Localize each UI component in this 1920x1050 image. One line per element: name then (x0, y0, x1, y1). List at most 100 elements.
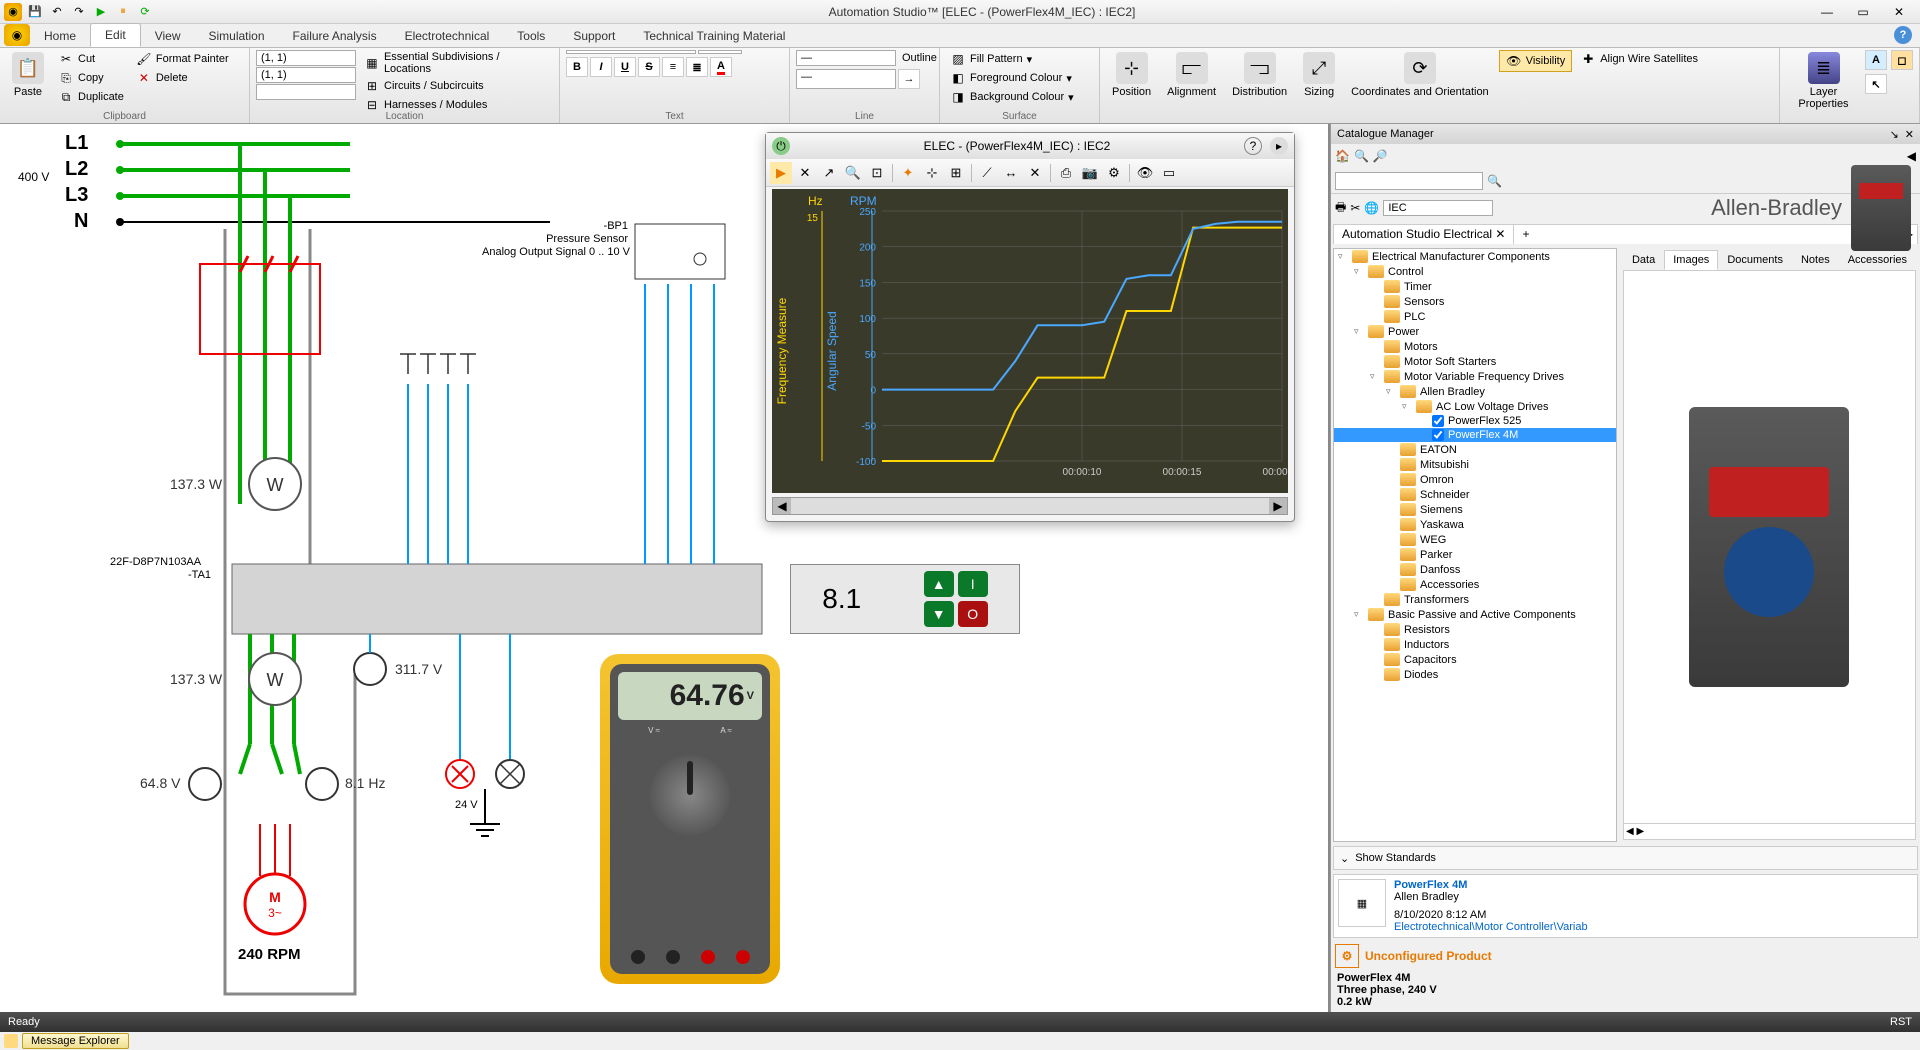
cat-pin-icon[interactable]: ↘ (1890, 128, 1899, 141)
catalogue-tree[interactable]: ▿Electrical Manufacturer Components▿Cont… (1333, 248, 1617, 842)
schematic-canvas[interactable]: W W V V Hz (0, 124, 1330, 1012)
delete-button[interactable]: ✕Delete (132, 69, 233, 87)
scope-snap-button[interactable]: ⊹ (921, 162, 943, 184)
scope-scrollbar[interactable]: ◀ ▶ (772, 497, 1288, 515)
qat-play-icon[interactable]: ▶ (92, 3, 110, 21)
mm-jack-1[interactable] (631, 950, 645, 964)
cat-filter2-icon[interactable]: ✂ (1350, 201, 1360, 215)
coords-button[interactable]: ⟳Coordinates and Orientation (1345, 50, 1495, 100)
mm-jack-4[interactable] (736, 950, 750, 964)
cat-find-icon[interactable]: 🔍 (1354, 149, 1369, 163)
qat-pause-icon[interactable]: ⏸ (114, 3, 132, 21)
scope-zoom-button[interactable]: 🔍 (842, 162, 864, 184)
scope-next-icon[interactable]: ▸ (1270, 137, 1288, 155)
tree-item[interactable]: ▿Electrical Manufacturer Components (1334, 249, 1616, 264)
preview-tab-data[interactable]: Data (1623, 250, 1664, 270)
ribbon-tab-failure-analysis[interactable]: Failure Analysis (279, 25, 391, 47)
cut-button[interactable]: ✂Cut (54, 50, 128, 68)
tree-item[interactable]: ▿Basic Passive and Active Components (1334, 607, 1616, 622)
preview-tab-notes[interactable]: Notes (1792, 250, 1839, 270)
ctrl-down-button[interactable]: ▼ (924, 601, 954, 627)
duplicate-button[interactable]: ⧉Duplicate (54, 88, 128, 106)
cat-search-icon[interactable]: 🔎 (1373, 149, 1388, 163)
tree-item[interactable]: WEG (1334, 532, 1616, 547)
bold-button[interactable]: B (566, 57, 588, 77)
tree-item[interactable]: Inductors (1334, 637, 1616, 652)
paste-button[interactable]: 📋 Paste (6, 50, 50, 100)
catalogue-header[interactable]: Catalogue Manager ↘✕ (1331, 124, 1920, 144)
ribbon-tab-support[interactable]: Support (559, 25, 629, 47)
cat-filter3-icon[interactable]: 🌐 (1364, 201, 1379, 215)
tree-item[interactable]: ▿AC Low Voltage Drives (1334, 399, 1616, 414)
standard-dropdown[interactable]: IEC (1383, 200, 1493, 216)
scope-chart[interactable]: Frequency Measure Hz Angular Speed RPM -… (772, 189, 1288, 493)
location-extra-dropdown[interactable] (256, 84, 356, 100)
help-button[interactable]: ? (1894, 26, 1912, 44)
sizing-button[interactable]: ⤢Sizing (1297, 50, 1341, 100)
message-explorer-tab[interactable]: Message Explorer (22, 1033, 129, 1049)
scope-camera-button[interactable]: 📷 (1079, 162, 1101, 184)
tree-item[interactable]: Mitsubishi (1334, 457, 1616, 472)
tree-item[interactable]: Yaskawa (1334, 517, 1616, 532)
oscilloscope-window[interactable]: ⏻ ELEC - (PowerFlex4M_IEC) : IEC2 ? ▸ ▶ … (765, 132, 1295, 522)
font-color-button[interactable]: A (710, 57, 732, 77)
catalogue-search-input[interactable] (1335, 172, 1483, 190)
tree-item[interactable]: Schneider (1334, 487, 1616, 502)
scope-view-button[interactable]: 👁 (1134, 162, 1156, 184)
visibility-button[interactable]: 👁Visibility (1499, 50, 1573, 72)
layer-tool3-button[interactable]: ◻ (1891, 50, 1913, 70)
cat-home-icon[interactable]: 🏠 (1335, 149, 1350, 163)
layer-tool2-button[interactable]: ↖ (1865, 74, 1887, 94)
location-coord2-dropdown[interactable]: (1, 1) (256, 67, 356, 83)
scope-export-button[interactable]: ⎙ (1055, 162, 1077, 184)
underline-button[interactable]: U (614, 57, 636, 77)
ribbon-tab-electrotechnical[interactable]: Electrotechnical (391, 25, 504, 47)
qat-save-icon[interactable]: 💾 (26, 3, 44, 21)
font-size-dropdown[interactable] (698, 50, 742, 54)
ribbon-tab-home[interactable]: Home (30, 25, 90, 47)
scope-titlebar[interactable]: ⏻ ELEC - (PowerFlex4M_IEC) : IEC2 ? ▸ (766, 133, 1294, 159)
tree-item[interactable]: Motors (1334, 339, 1616, 354)
maximize-button[interactable]: ▭ (1846, 2, 1880, 22)
ribbon-tab-technical-training-material[interactable]: Technical Training Material (629, 25, 799, 47)
tab-close-icon[interactable]: ✕ (1495, 227, 1505, 241)
position-button[interactable]: ⊹Position (1106, 50, 1157, 100)
align-center-button[interactable]: ≣ (686, 57, 708, 77)
layer-tool1-button[interactable]: A (1865, 50, 1887, 70)
preview-tab-documents[interactable]: Documents (1718, 250, 1792, 270)
scope-play-button[interactable]: ▶ (770, 162, 792, 184)
cat-close-icon[interactable]: ✕ (1905, 128, 1914, 141)
message-explorer-bar[interactable]: Message Explorer (0, 1032, 1920, 1050)
tree-item[interactable]: Siemens (1334, 502, 1616, 517)
font-family-dropdown[interactable] (566, 50, 696, 54)
scope-marker-button[interactable]: ✦ (897, 162, 919, 184)
qat-undo-icon[interactable]: ↶ (48, 3, 66, 21)
distribution-button[interactable]: ⫎Distribution (1226, 50, 1293, 100)
tree-item[interactable]: PowerFlex 4M (1334, 428, 1616, 442)
tree-item[interactable]: ▿Allen Bradley (1334, 384, 1616, 399)
ctrl-stop-button[interactable]: O (958, 601, 988, 627)
tree-item[interactable]: PLC (1334, 309, 1616, 324)
tree-item[interactable]: Timer (1334, 279, 1616, 294)
scope-tool-c[interactable]: ✕ (1024, 162, 1046, 184)
ctrl-start-button[interactable]: I (958, 571, 988, 597)
tree-item[interactable]: Transformers (1334, 592, 1616, 607)
show-standards-button[interactable]: ⌄ Show Standards (1333, 846, 1918, 870)
tree-item[interactable]: Danfoss (1334, 562, 1616, 577)
multimeter[interactable]: 64.76V V ≈A ≈ (600, 654, 780, 984)
alignment-button[interactable]: ⫍Alignment (1161, 50, 1222, 100)
tree-item[interactable]: ▿Power (1334, 324, 1616, 339)
preview-tab-accessories[interactable]: Accessories (1839, 250, 1916, 270)
tree-item[interactable]: Parker (1334, 547, 1616, 562)
product-path-link[interactable]: Electrotechnical\Motor Controller\Variab (1394, 921, 1588, 933)
mm-jack-3[interactable] (701, 950, 715, 964)
tree-item[interactable]: ▿Control (1334, 264, 1616, 279)
essential-subdivisions-button[interactable]: ▦Essential Subdivisions / Locations (360, 50, 553, 76)
scope-help-icon[interactable]: ? (1244, 137, 1262, 155)
catalogue-tab-add[interactable]: + (1514, 225, 1537, 244)
bg-color-button[interactable]: ◨Background Colour ▾ (946, 88, 1078, 106)
cat-filter1-icon[interactable]: 🖶 (1335, 198, 1346, 219)
mm-jack-2[interactable] (666, 950, 680, 964)
minimize-button[interactable]: — (1810, 2, 1844, 22)
align-wire-satellites-button[interactable]: ✚Align Wire Satellites (1576, 50, 1702, 68)
